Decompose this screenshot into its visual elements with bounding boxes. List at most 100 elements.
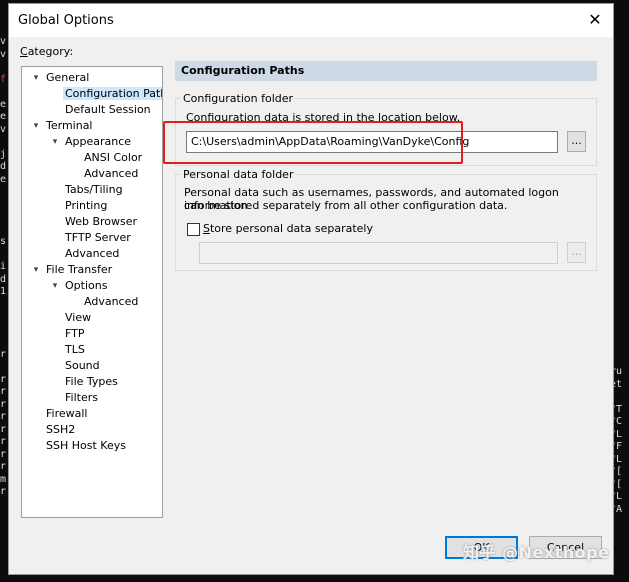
tree-item-firewall[interactable]: Firewall [44,406,89,422]
store-personal-data-label[interactable]: Store personal data separately [203,222,373,235]
tree-item-label: TFTP Server [65,231,131,244]
terminal-line: e [0,98,7,110]
category-label: Category: [20,45,74,58]
tree-item-options[interactable]: Options [63,278,109,294]
personal-data-browse-button[interactable]: ... [567,242,586,263]
terminal-line: r [0,486,7,497]
tree-item-tabs-tiling[interactable]: Tabs/Tiling [63,182,125,198]
page-title: Configuration Paths [175,61,597,81]
terminal-line: r [0,386,7,397]
terminal-line: i [0,261,7,272]
terminal-line: r [0,461,7,472]
terminal-line: e [0,111,7,122]
tree-item-label: Sound [65,359,100,372]
tree-item-label: ANSI Color [84,151,143,164]
tree-item-label: Web Browser [65,215,138,228]
tree-expander-icon[interactable]: ▾ [31,70,41,86]
tree-expander-icon[interactable]: ▾ [31,118,41,134]
tree-item-label: Default Session [65,103,151,116]
tree-item-ssh-host-keys[interactable]: SSH Host Keys [44,438,128,454]
tree-item-terminal[interactable]: Terminal [44,118,95,134]
tree-item-label: Printing [65,199,108,212]
terminal-background-left: vvfeevjdesid1rrrrrrrrrmr [0,36,8,499]
tree-item-ansi-color[interactable]: ANSI Color [82,150,144,166]
terminal-line: v [0,36,7,47]
tree-item-default-session[interactable]: Default Session [63,102,153,118]
tree-item-label: Tabs/Tiling [65,183,123,196]
tree-item-appearance[interactable]: Appearance [63,134,133,150]
tree-item-sound[interactable]: Sound [63,358,102,374]
tree-item-view[interactable]: View [63,310,93,326]
tree-item-label: Terminal [46,119,93,132]
tree-expander-icon[interactable]: ▾ [50,278,60,294]
tree-item-label: FTP [65,327,85,340]
terminal-line: r [0,373,7,385]
tree-item-label: File Transfer [46,263,113,276]
terminal-line: d [0,273,7,285]
category-tree[interactable]: ▾ General Configuration Paths Default Sessi… [21,66,163,518]
tree-item-label: Filters [65,391,98,404]
tree-item-label: File Types [65,375,118,388]
annotation-highlight-box [163,121,463,164]
tree-expander-icon[interactable]: ▾ [50,134,60,150]
terminal-line: d [0,161,7,172]
terminal-line: r [0,348,7,360]
tree-item-general[interactable]: General [44,70,91,86]
configuration-folder-browse-button[interactable]: ... [567,131,586,152]
terminal-line: e [0,173,7,185]
terminal-line: r [0,411,7,422]
tree-item-configuration-paths[interactable]: Configuration Paths [63,86,162,102]
tree-item-label: Advanced [65,247,120,260]
global-options-dialog: Global Options ✕ Category: ▾ General Confi… [8,3,614,575]
terminal-line: 1 [0,286,7,297]
tree-item-file-transfer[interactable]: File Transfer [44,262,114,278]
terminal-line: r [0,448,7,460]
tree-item-filters[interactable]: Filters [63,390,100,406]
terminal-line: r [0,398,7,410]
tree-item-advanced[interactable]: Advanced [63,246,121,262]
store-personal-data-checkbox[interactable] [187,223,200,236]
tree-item-advanced[interactable]: Advanced [82,166,140,182]
terminal-line: v [0,48,7,60]
terminal-line: s [0,236,7,247]
terminal-line: f [0,73,7,85]
tree-item-label: Firewall [46,407,88,420]
tree-item-advanced[interactable]: Advanced [82,294,140,310]
tree-item-web-browser[interactable]: Web Browser [63,214,139,230]
terminal-line: j [0,148,7,160]
tree-item-tftp-server[interactable]: TFTP Server [63,230,133,246]
personal-data-description-line2: can be stored separately from all other … [184,199,508,212]
tree-item-file-types[interactable]: File Types [63,374,120,390]
tree-expander-icon[interactable]: ▾ [31,262,41,278]
tree-item-ssh2[interactable]: SSH2 [44,422,77,438]
tree-item-ftp[interactable]: FTP [63,326,87,342]
dialog-title: Global Options [18,13,114,28]
terminal-line: r [0,436,7,447]
tree-item-label: General [46,71,90,84]
tree-item-label: SSH Host Keys [46,439,126,452]
tree-item-tls[interactable]: TLS [63,342,87,358]
tree-item-label: Appearance [65,135,132,148]
close-icon[interactable]: ✕ [583,8,607,32]
tree-item-printing[interactable]: Printing [63,198,109,214]
tree-item-label: TLS [65,343,85,356]
dialog-titlebar: Global Options ✕ [9,4,613,37]
tree-item-label: Options [65,279,108,292]
tree-item-label: Advanced [84,295,139,308]
watermark-text: 知乎 @Nexthope [463,543,610,562]
configuration-folder-title: Configuration folder [181,92,296,105]
personal-data-path-input[interactable] [199,242,558,264]
terminal-line: m [0,473,7,485]
tree-item-label: SSH2 [46,423,76,436]
